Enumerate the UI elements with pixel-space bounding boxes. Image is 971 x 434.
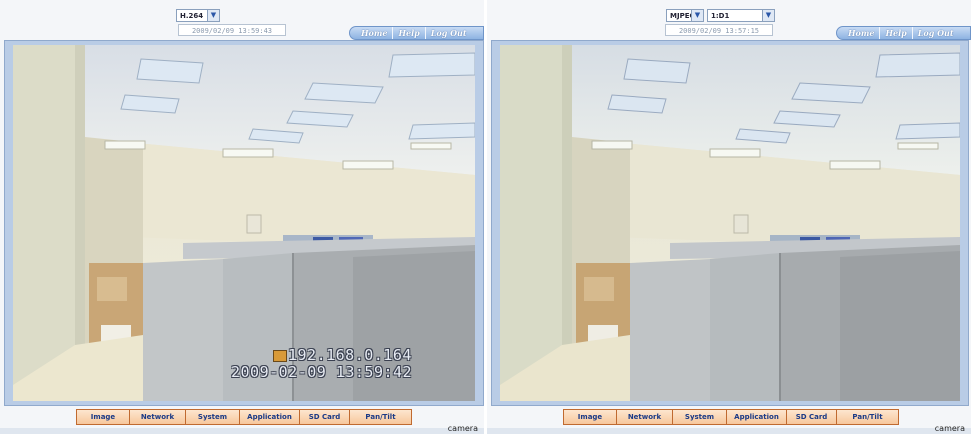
overlay-datetime: 2009-02-09 13:59:42 — [231, 363, 413, 381]
tab-application[interactable]: Application — [239, 410, 299, 424]
live-video[interactable]: 192.168.0.164 2009-02-09 13:59:42 — [13, 45, 475, 401]
bottom-bar: Image Network System Application SD Card… — [487, 406, 971, 434]
office-scene-image — [500, 45, 960, 401]
live-video[interactable] — [500, 45, 960, 401]
logout-button[interactable]: Log Out — [424, 27, 472, 39]
chevron-down-icon: ▼ — [207, 10, 219, 21]
resolution-select[interactable]: 1:D1 ▼ — [707, 9, 775, 22]
chevron-down-icon: ▼ — [762, 10, 774, 21]
settings-tabs: Image Network System Application SD Card… — [563, 409, 899, 425]
footer-rule — [0, 428, 484, 434]
codec-select[interactable]: H.264 ▼ — [176, 9, 220, 22]
overlay-ip: 192.168.0.164 — [288, 346, 412, 364]
tab-image[interactable]: Image — [564, 410, 616, 424]
logout-button[interactable]: Log Out — [911, 27, 959, 39]
stream-select-row: H.264 ▼ — [176, 9, 220, 22]
tab-image[interactable]: Image — [77, 410, 129, 424]
tab-network[interactable]: Network — [129, 410, 185, 424]
tab-sd-card[interactable]: SD Card — [299, 410, 349, 424]
video-frame — [491, 40, 969, 406]
tab-system[interactable]: System — [185, 410, 239, 424]
tab-application[interactable]: Application — [726, 410, 786, 424]
home-button[interactable]: Home — [843, 27, 879, 39]
resolution-select-value: 1:D1 — [711, 12, 730, 20]
left-camera-view: H.264 ▼ 2009/02/09 13:59:43 Home Help Lo… — [0, 0, 484, 434]
right-camera-view: MJPEG ▼ 1:D1 ▼ 2009/02/09 13:57:15 Home … — [487, 0, 971, 434]
top-nav: Home Help Log Out — [836, 26, 971, 40]
top-nav: Home Help Log Out — [349, 26, 484, 40]
tab-system[interactable]: System — [672, 410, 726, 424]
timestamp-display: 2009/02/09 13:57:15 — [665, 24, 773, 36]
help-button[interactable]: Help — [879, 27, 911, 39]
footer-camera-label: camera — [447, 424, 478, 433]
tab-pan-tilt[interactable]: Pan/Tilt — [836, 410, 898, 424]
bottom-bar: Image Network System Application SD Card… — [0, 406, 484, 434]
codec-select-value: H.264 — [180, 12, 204, 20]
stream-select-row: MJPEG ▼ 1:D1 ▼ — [666, 9, 775, 22]
tab-sd-card[interactable]: SD Card — [786, 410, 836, 424]
footer-camera-label: camera — [934, 424, 965, 433]
settings-tabs: Image Network System Application SD Card… — [76, 409, 412, 425]
footer-rule — [487, 428, 971, 434]
tab-network[interactable]: Network — [616, 410, 672, 424]
overlay-record-icon — [273, 350, 287, 362]
home-button[interactable]: Home — [356, 27, 392, 39]
timestamp-display: 2009/02/09 13:59:43 — [178, 24, 286, 36]
codec-select[interactable]: MJPEG ▼ — [666, 9, 704, 22]
video-frame: 192.168.0.164 2009-02-09 13:59:42 — [4, 40, 484, 406]
help-button[interactable]: Help — [392, 27, 424, 39]
chevron-down-icon: ▼ — [691, 10, 703, 21]
tab-pan-tilt[interactable]: Pan/Tilt — [349, 410, 411, 424]
